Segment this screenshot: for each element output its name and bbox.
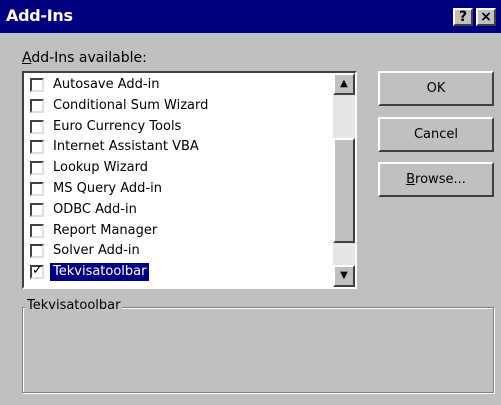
list-item-label[interactable]: MS Query Add-in [50,180,165,198]
help-button[interactable]: ? [453,8,473,26]
ok-button[interactable]: OK [378,71,494,106]
add-ins-listbox[interactable]: Autosave Add-in Conditional Sum Wizard Eur… [22,71,357,289]
browse-button-text: rowse... [415,172,466,187]
checkbox[interactable] [30,119,44,134]
scroll-down-button[interactable]: ▼ [333,265,355,287]
list-item[interactable]: Conditional Sum Wizard [28,96,328,116]
checkbox[interactable] [30,140,44,155]
list-item-label[interactable]: Report Manager [50,222,160,240]
scroll-thumb[interactable] [333,138,355,243]
browse-button-mnemonic: B [406,172,416,187]
list-item[interactable]: Internet Assistant VBA [28,137,328,157]
checkbox[interactable] [30,98,44,113]
cancel-button[interactable]: Cancel [378,117,494,152]
list-item-label[interactable]: ODBC Add-in [50,201,140,219]
close-button[interactable]: × [476,8,496,26]
list-item-label[interactable]: Conditional Sum Wizard [50,97,211,115]
list-item[interactable]: ODBC Add-in [28,200,328,220]
description-groupbox: Tekvisatoolbar [22,298,494,393]
list-item[interactable]: MS Query Add-in [28,179,328,199]
vertical-scrollbar[interactable]: ▲ ▼ [333,73,355,287]
list-item[interactable]: Report Manager [28,221,328,241]
add-ins-available-label-mnemonic: A [22,50,32,66]
scroll-up-button[interactable]: ▲ [333,73,355,95]
checkbox[interactable] [30,78,44,92]
checkbox[interactable] [30,182,44,196]
checkbox[interactable] [30,161,44,176]
add-ins-available-label: Add-Ins available: [22,50,147,66]
list-item[interactable]: Lookup Wizard [28,158,328,178]
list-item[interactable]: Autosave Add-in [28,75,328,95]
dialog-title: Add-Ins [6,6,73,25]
title-bar[interactable]: Add-Ins ? × [0,0,501,33]
list-item-label[interactable]: Tekvisatoolbar [50,263,150,282]
checkbox[interactable] [30,223,44,238]
browse-button[interactable]: Browse... [378,162,494,197]
list-item[interactable]: Euro Currency Tools [28,117,328,137]
list-item[interactable]: Solver Add-in [28,241,328,261]
checkbox[interactable] [30,202,44,217]
list-item[interactable]: ✓ Tekvisatoolbar [28,262,328,282]
description-caption: Tekvisatoolbar [25,298,123,313]
list-item-label[interactable]: Solver Add-in [50,242,143,260]
list-item-label[interactable]: Internet Assistant VBA [50,138,202,156]
checkbox[interactable]: ✓ [30,263,44,280]
list-item-label[interactable]: Lookup Wizard [50,159,151,177]
checkbox[interactable] [30,244,44,259]
list-item-label[interactable]: Euro Currency Tools [50,118,184,136]
checkmark-icon: ✓ [32,263,43,279]
list-item-label[interactable]: Autosave Add-in [50,76,162,94]
add-ins-available-label-text: dd-Ins available: [31,50,147,66]
add-ins-dialog: Add-Ins ? × Add-Ins available: Autosave … [0,0,501,405]
